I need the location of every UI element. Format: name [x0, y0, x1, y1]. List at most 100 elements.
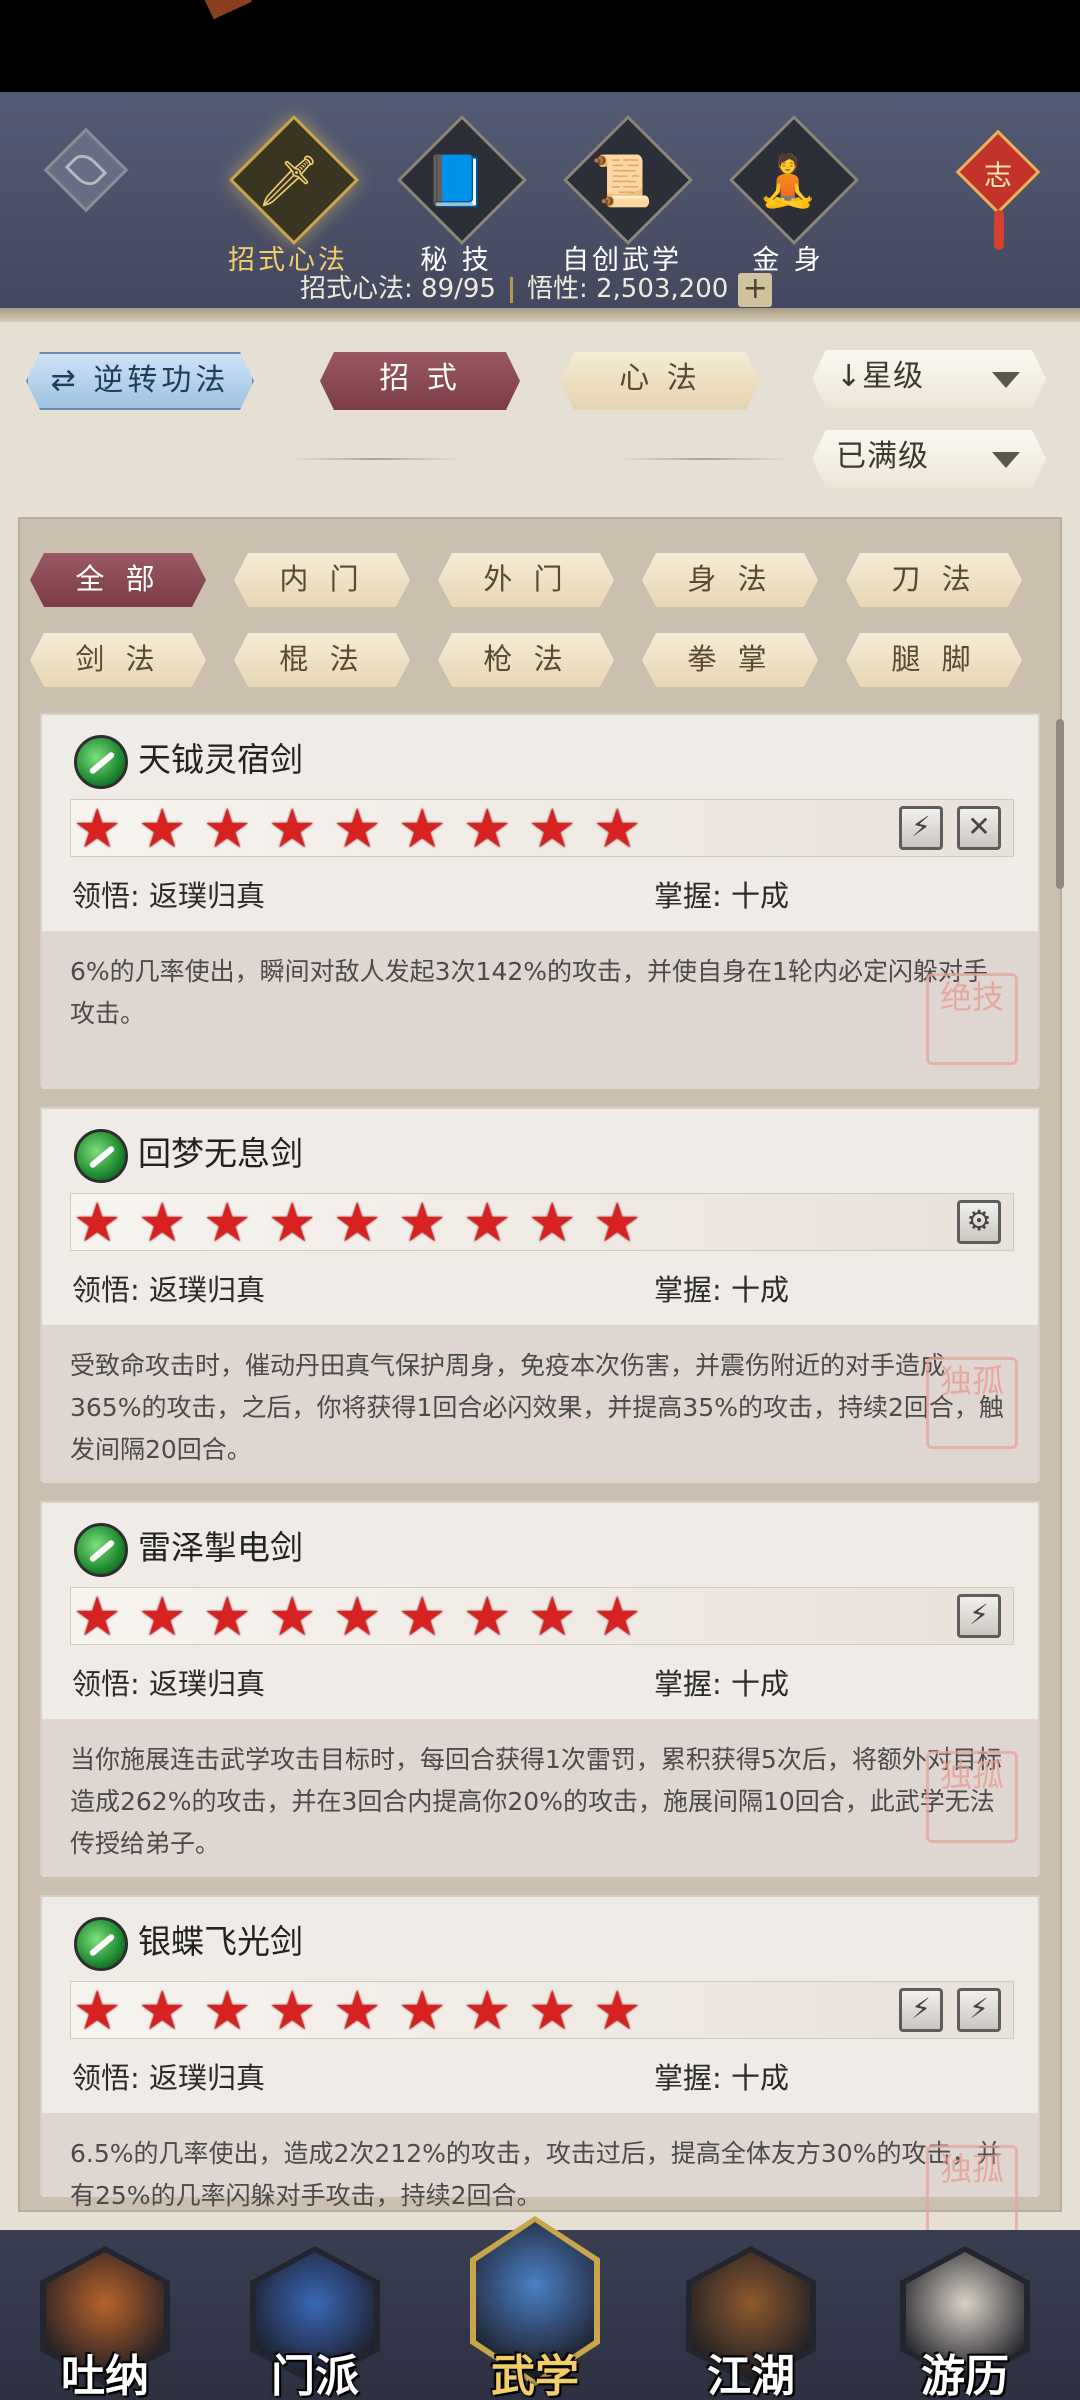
knot-tail [994, 210, 1004, 250]
status-bar [0, 0, 1080, 92]
seal-stamp-icon: 独孤 [926, 1751, 1018, 1843]
star-icon: ★ [73, 1191, 122, 1254]
star-icon: ★ [138, 797, 187, 860]
star-icon: ★ [333, 1585, 382, 1648]
tab-moves[interactable]: 招 式 [320, 352, 520, 410]
star-icon: ★ [398, 1979, 447, 2042]
stats-separator [509, 276, 513, 303]
mastery-level: 掌握: 十成 [654, 1273, 789, 1307]
meditation-icon: 🧘 [756, 152, 820, 210]
skill-card[interactable]: 天钺灵宿剑 ★ ★ ★ ★ ★ ★ ★ ★ ★ ⚡ ✕ 领悟: 返璞归真 掌握: 十成 6%的几率使出，瞬间… [40, 713, 1040, 1089]
divider-ornament-left [290, 458, 460, 460]
category-chip[interactable]: 棍 法 [234, 633, 410, 687]
bottom-tab-straw-hat[interactable]: 江湖 [676, 2230, 826, 2400]
star-icon: ★ [333, 797, 382, 860]
category-chip[interactable]: 刀 法 [846, 553, 1022, 607]
skill-list-panel: 全 部内 门外 门身 法刀 法剑 法棍 法枪 法拳 掌腿 脚 天钺灵宿剑 ★ ★ ★ ★… [18, 517, 1064, 2237]
star-rating: ★ ★ ★ ★ ★ ★ ★ ★ ★ ⚙ [70, 1193, 1014, 1251]
star-rating: ★ ★ ★ ★ ★ ★ ★ ★ ★ ⚡ ⚡ [70, 1981, 1014, 2039]
category-chip[interactable]: 身 法 [642, 553, 818, 607]
chevron-down-icon [992, 372, 1020, 388]
star-rating: ★ ★ ★ ★ ★ ★ ★ ★ ★ ⚡ ✕ [70, 799, 1014, 857]
star-rating: ★ ★ ★ ★ ★ ★ ★ ★ ★ ⚡ [70, 1587, 1014, 1645]
reverse-method-button[interactable]: ⇄ 逆转功法 [26, 352, 254, 410]
star-icon: ★ [203, 1191, 252, 1254]
category-chip[interactable]: 内 门 [234, 553, 410, 607]
scrollbar[interactable] [1056, 719, 1064, 889]
star-icon: ★ [398, 1191, 447, 1254]
skill-card[interactable]: 回梦无息剑 ★ ★ ★ ★ ★ ★ ★ ★ ★ ⚙ 领悟: 返璞归真 掌握: 十成 受致命攻击时，催动丹田… [40, 1107, 1040, 1483]
sort-dropdown[interactable]: ↓星级 [812, 350, 1046, 408]
star-icon: ★ [73, 1979, 122, 2042]
book-icon: 📘 [424, 152, 488, 210]
category-chip[interactable]: 拳 掌 [642, 633, 818, 687]
mastery-level: 掌握: 十成 [654, 2061, 789, 2095]
skill-card[interactable]: 银蝶飞光剑 ★ ★ ★ ★ ★ ★ ★ ★ ★ ⚡ ⚡ 领悟: 返璞归真 掌握: 十成 6.5%的几率使出，… [40, 1895, 1040, 2237]
mastery-level: 掌握: 十成 [654, 879, 789, 913]
bottom-tab-label: 吐纳 [61, 2351, 149, 2400]
skill-effect-icon[interactable]: ⚡ [899, 1988, 943, 2032]
comprehension-level: 领悟: 返璞归真 [72, 2061, 265, 2095]
category-chip[interactable]: 枪 法 [438, 633, 614, 687]
star-icon: ★ [463, 1979, 512, 2042]
tab-heart-method[interactable]: 心 法 [560, 352, 760, 410]
skill-effect-icon[interactable]: ⚡ [957, 1594, 1001, 1638]
bottom-tab-manual[interactable]: 武学 [460, 2216, 610, 2400]
sword-icon: 🗡 [256, 152, 320, 210]
bottom-tab-label: 江湖 [707, 2351, 795, 2400]
mastery-level: 掌握: 十成 [654, 1667, 789, 1701]
bottom-tab-horse[interactable]: 游历 [890, 2230, 1040, 2400]
bottom-tab-banner[interactable]: 门派 [240, 2230, 390, 2400]
skill-description: 6%的几率使出，瞬间对敌人发起3次142%的攻击，并使自身在1轮内必定闪躲对手攻… [42, 931, 1038, 1089]
lucky-knot-icon[interactable]: 志 [955, 102, 1041, 252]
skill-name: 银蝶飞光剑 [138, 1922, 303, 1961]
star-icon: ★ [268, 797, 317, 860]
star-icon: ★ [463, 797, 512, 860]
star-icon: ★ [463, 1585, 512, 1648]
sort-label: 星级 [862, 359, 925, 394]
star-icon: ★ [138, 1585, 187, 1648]
star-icon: ★ [593, 1585, 642, 1648]
category-chip[interactable]: 剑 法 [30, 633, 206, 687]
skill-effect-icon[interactable]: ⚡ [899, 806, 943, 850]
star-icon: ★ [593, 797, 642, 860]
comprehension-level: 领悟: 返璞归真 [72, 1273, 265, 1307]
star-icon: ★ [463, 1191, 512, 1254]
category-chip[interactable]: 外 门 [438, 553, 614, 607]
add-insight-button[interactable]: + [738, 272, 773, 307]
skill-description: 6.5%的几率使出，造成2次212%的攻击，攻击过后，提高全体友方30%的攻击，… [42, 2113, 1038, 2210]
star-icon: ★ [528, 1979, 577, 2042]
skill-effect-icon[interactable]: ⚙ [957, 1200, 1001, 1244]
eye-icon[interactable] [43, 127, 129, 213]
chevron-down-icon [992, 452, 1020, 468]
app-root: 🗡 招式心法 📘 秘 技 📜 自创武学 🧘 金 身 志 招式心法: 89/95 悟… [0, 0, 1080, 2400]
seal-stamp-icon: 独孤 [926, 2145, 1018, 2237]
star-icon: ★ [398, 1585, 447, 1648]
skill-effect-icon[interactable]: ✕ [957, 806, 1001, 850]
reverse-label: 逆转功法 [93, 363, 230, 398]
category-chip[interactable]: 全 部 [30, 553, 206, 607]
star-icon: ★ [268, 1585, 317, 1648]
star-icon: ★ [593, 1979, 642, 2042]
bottom-tab-monk[interactable]: 吐纳 [30, 2230, 180, 2400]
star-icon: ★ [333, 1191, 382, 1254]
skill-name: 雷泽掣电剑 [138, 1528, 303, 1567]
scroll-icon: 📜 [590, 152, 654, 210]
star-icon: ★ [73, 797, 122, 860]
knot-char: 志 [983, 159, 1012, 192]
star-icon: ★ [528, 1585, 577, 1648]
divider-ornament-right [618, 458, 788, 460]
bottom-navigation: 吐纳 门派 武学 江湖 游历 [0, 2216, 1080, 2400]
skill-name: 天钺灵宿剑 [138, 740, 303, 779]
filter-dropdown[interactable]: 已满级 [812, 430, 1046, 488]
star-icon: ★ [528, 797, 577, 860]
skill-description: 当你施展连击武学攻击目标时，每回合获得1次雷罚，累积获得5次后，将额外对目标造成… [42, 1719, 1038, 1877]
moves-count: 招式心法: 89/95 [300, 274, 496, 304]
star-icon: ★ [203, 1979, 252, 2042]
reverse-icon: ⇄ [50, 363, 80, 398]
category-chip[interactable]: 腿 脚 [846, 633, 1022, 687]
star-icon: ★ [138, 1979, 187, 2042]
skill-effect-icon[interactable]: ⚡ [957, 1988, 1001, 2032]
star-icon: ★ [268, 1979, 317, 2042]
skill-card[interactable]: 雷泽掣电剑 ★ ★ ★ ★ ★ ★ ★ ★ ★ ⚡ 领悟: 返璞归真 掌握: 十成 当你施展连击武学攻击目… [40, 1501, 1040, 1877]
